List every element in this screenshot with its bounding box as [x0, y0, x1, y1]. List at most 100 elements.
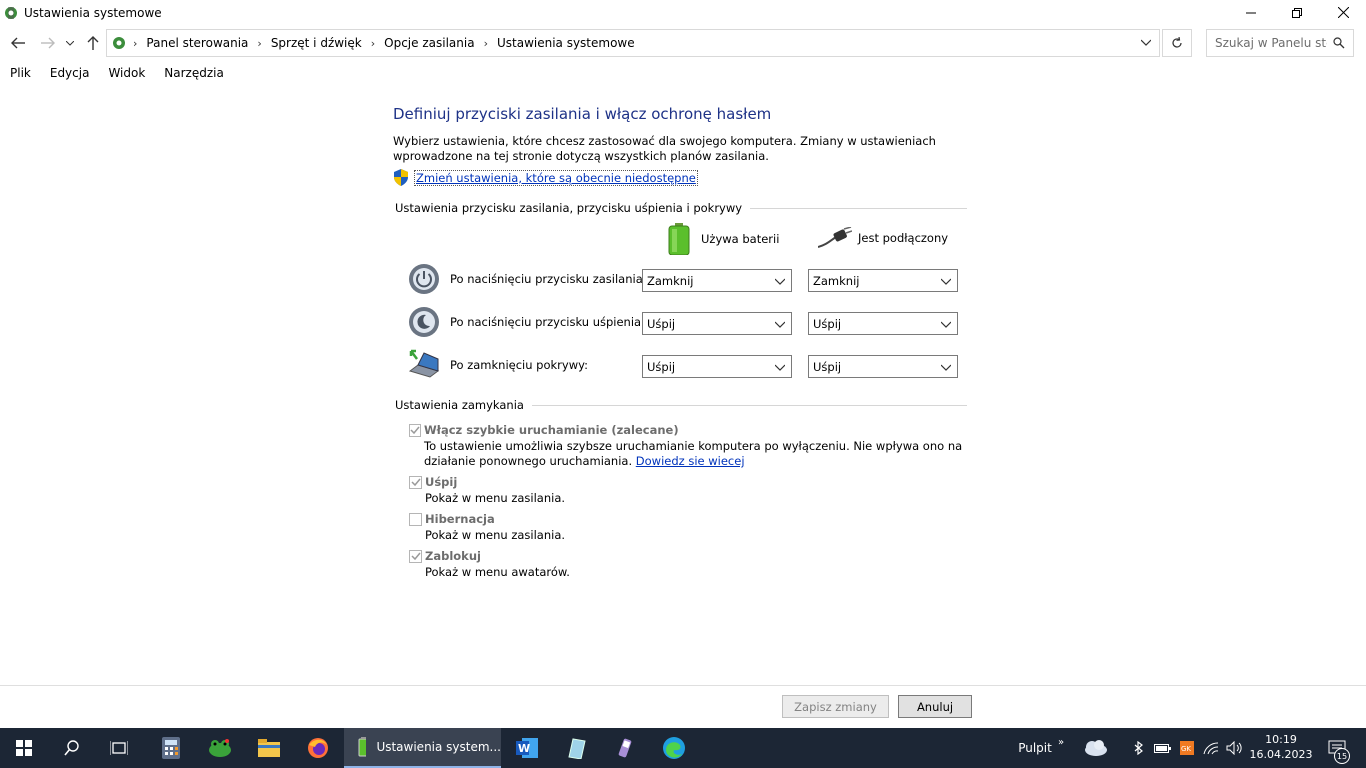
sleep-option-description: Pokaż w menu zasilania. [425, 491, 566, 505]
lock-option-label: Zablokuj [425, 549, 481, 563]
sleep-checkbox[interactable] [409, 476, 422, 489]
menu-tools[interactable]: Narzędzia [154, 66, 233, 86]
edge-icon [663, 737, 685, 759]
game-taskbar-icon[interactable] [196, 728, 244, 768]
back-button[interactable] [7, 31, 29, 55]
title-bar: Ustawienia systemowe [0, 0, 1366, 25]
chevron-down-icon[interactable] [1141, 36, 1151, 50]
sleep-option-label: Uśpij [425, 475, 458, 489]
folder-icon [258, 739, 280, 757]
calculator-taskbar-icon[interactable] [147, 728, 195, 768]
lid-close-plugged-value: Uśpij [813, 359, 842, 374]
minimize-button[interactable] [1228, 0, 1274, 25]
chevron-down-icon [775, 278, 785, 285]
fast-startup-description: To ustawienie umożliwia szybsze uruchami… [424, 439, 969, 469]
chevron-down-icon [66, 40, 74, 46]
task-view-icon [110, 741, 128, 755]
lid-close-battery-select[interactable]: Uśpij [642, 355, 792, 378]
breadcrumb-ustawienia-systemowe[interactable]: Ustawienia systemowe [494, 36, 638, 50]
sleep-button-plugged-select[interactable]: Uśpij [808, 312, 958, 335]
breadcrumb-separator[interactable]: › [365, 37, 381, 50]
change-settings-link[interactable]: Zmień ustawienia, które są obecnie niedo… [414, 169, 698, 186]
refresh-button[interactable] [1162, 29, 1192, 57]
search-icon[interactable] [1333, 37, 1345, 49]
chevron-down-icon [941, 278, 951, 285]
svg-text:GK: GK [1181, 745, 1191, 753]
chevron-down-icon [775, 364, 785, 371]
start-button[interactable] [0, 728, 48, 768]
search-box[interactable] [1206, 29, 1354, 57]
tool-taskbar-icon[interactable] [601, 728, 649, 768]
learn-more-link[interactable]: Dowiedz sie wiecej [636, 454, 745, 468]
plugged-column-label: Jest podłączony [858, 231, 949, 245]
menu-bar: Plik Edycja Widok Narzędzia [0, 66, 233, 86]
speaker-icon [1226, 741, 1242, 755]
breadcrumb-opcje-zasilania[interactable]: Opcje zasilania [381, 36, 477, 50]
wifi-tray-icon[interactable] [1201, 728, 1221, 768]
fast-startup-checkbox[interactable] [409, 424, 421, 437]
svg-text:W: W [518, 742, 530, 755]
up-button[interactable] [82, 31, 104, 55]
navigation-bar: › Panel sterowania › Sprzęt i dźwięk › O… [0, 29, 1366, 57]
desktop-toolbar[interactable]: Pulpit [1013, 728, 1057, 768]
bluetooth-tray-icon[interactable] [1130, 728, 1146, 768]
menu-file[interactable]: Plik [0, 66, 40, 86]
weather-widget[interactable] [1078, 728, 1112, 768]
up-arrow-icon [87, 36, 99, 50]
power-button-icon [409, 264, 439, 294]
back-arrow-icon [11, 37, 25, 49]
hibernate-option: Hibernacja Pokaż w menu zasilania. [409, 512, 565, 543]
battery-tray-icon[interactable] [1153, 728, 1173, 768]
maximize-button[interactable] [1274, 0, 1320, 25]
chevron-down-icon [941, 321, 951, 328]
battery-icon [668, 223, 690, 255]
task-view-button[interactable] [95, 728, 143, 768]
app-taskbar-icon[interactable] [552, 728, 600, 768]
word-taskbar-icon[interactable]: W [503, 728, 551, 768]
orange-app-icon: GK [1180, 741, 1194, 755]
breadcrumb-sprzet-i-dzwiek[interactable]: Sprzęt i dźwięk [268, 36, 365, 50]
checkmark-icon [410, 426, 420, 435]
close-button[interactable] [1320, 0, 1366, 25]
fast-startup-option: Włącz szybkie uruchamianie (zalecane) To… [409, 423, 969, 469]
volume-tray-icon[interactable] [1224, 728, 1246, 768]
power-button-battery-select[interactable]: Zamknij [642, 269, 792, 292]
battery-column-label: Używa baterii [701, 232, 780, 246]
lid-close-plugged-select[interactable]: Uśpij [808, 355, 958, 378]
notification-count-badge: 15 [1334, 748, 1350, 764]
menu-view[interactable]: Widok [98, 66, 154, 86]
breadcrumb-panel-sterowania[interactable]: Panel sterowania [143, 36, 251, 50]
menu-edit[interactable]: Edycja [40, 66, 99, 86]
search-input[interactable] [1215, 36, 1327, 50]
cancel-button[interactable]: Anuluj [898, 695, 972, 718]
search-taskbar-button[interactable] [48, 728, 96, 768]
breadcrumb-separator[interactable]: › [478, 37, 494, 50]
checkmark-icon [410, 478, 421, 487]
active-window-taskbar-button[interactable]: Ustawienia system... [344, 728, 501, 768]
address-bar[interactable]: › Panel sterowania › Sprzęt i dźwięk › O… [106, 29, 1160, 57]
breadcrumb-separator: › [133, 36, 138, 50]
plugged-column-header: Jest podłączony [818, 227, 948, 249]
fast-startup-label: Włącz szybkie uruchamianie (zalecane) [424, 423, 679, 437]
notification-center-button[interactable]: 15 [1322, 728, 1352, 768]
toolbar-expand-button[interactable]: » [1054, 722, 1068, 762]
firefox-taskbar-icon[interactable] [294, 728, 342, 768]
breadcrumb-separator[interactable]: › [251, 37, 267, 50]
hibernate-checkbox[interactable] [409, 513, 422, 526]
system-clock[interactable]: 10:19 16.04.2023 [1246, 732, 1316, 762]
forward-button[interactable] [37, 31, 59, 55]
lock-checkbox[interactable] [409, 550, 422, 563]
power-button-plugged-value: Zamknij [813, 273, 860, 288]
power-button-row: Po naciśnięciu przycisku zasilania: [408, 263, 647, 295]
sleep-button-battery-select[interactable]: Uśpij [642, 312, 792, 335]
lock-option-description: Pokaż w menu awatarów. [425, 565, 570, 579]
shutdown-section-title: Ustawienia zamykania [395, 398, 524, 412]
control-panel-icon [113, 37, 125, 49]
app-tray-icon[interactable]: GK [1177, 728, 1197, 768]
save-changes-button[interactable]: Zapisz zmiany [782, 695, 889, 718]
file-explorer-taskbar-icon[interactable] [245, 728, 293, 768]
edge-taskbar-icon[interactable] [650, 728, 698, 768]
cloud-weather-icon [1085, 740, 1107, 756]
power-button-plugged-select[interactable]: Zamknij [808, 269, 958, 292]
recent-locations-button[interactable] [62, 31, 78, 55]
